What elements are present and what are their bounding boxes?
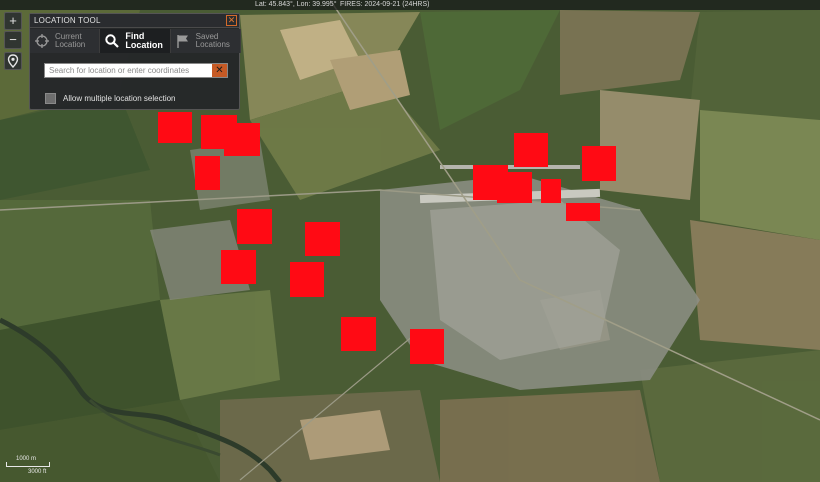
fire-detection-marker[interactable] <box>221 250 256 284</box>
fire-detection-marker[interactable] <box>410 329 444 364</box>
fire-detection-marker[interactable] <box>541 179 561 203</box>
fire-detection-marker[interactable] <box>195 156 220 190</box>
scale-bar-line <box>6 462 50 467</box>
fires-date-label: FIRES: 2024-09-21 (24HRS) <box>340 1 430 8</box>
close-button[interactable]: ✕ <box>226 15 237 26</box>
fire-detection-marker[interactable] <box>224 123 260 156</box>
multi-select-checkbox[interactable] <box>45 92 56 104</box>
clear-search-button[interactable]: ✕ <box>212 64 227 77</box>
tab-label: Saved Locations <box>195 32 230 49</box>
tab-current-location[interactable]: Current Location <box>30 29 101 53</box>
fire-detection-marker[interactable] <box>290 262 324 297</box>
flag-icon <box>176 35 188 48</box>
map-pin-icon <box>7 54 19 69</box>
fire-detection-marker[interactable] <box>514 133 548 167</box>
fire-detection-marker[interactable] <box>305 222 340 256</box>
fire-detection-marker[interactable] <box>158 112 192 143</box>
scale-imperial-label: 3000 ft <box>28 469 47 475</box>
location-tool-panel: LOCATION TOOL ✕ Current Location Find Lo… <box>29 13 241 110</box>
tab-find-location[interactable]: Find Location <box>100 29 171 53</box>
tab-label: Find Location <box>125 31 163 50</box>
fire-detection-marker[interactable] <box>237 209 272 244</box>
status-bar: Lat: 45.843°, Lon: 39.995° FIRES: 2024-0… <box>0 0 820 10</box>
zoom-in-button[interactable]: + <box>4 12 22 30</box>
scale-metric-label: 1000 m <box>16 456 37 462</box>
fire-detection-marker[interactable] <box>341 317 376 351</box>
search-icon <box>105 34 120 48</box>
fire-detection-marker[interactable] <box>566 203 600 221</box>
fire-detection-marker[interactable] <box>582 146 616 181</box>
search-input[interactable] <box>45 64 213 77</box>
crosshair-icon <box>35 34 49 48</box>
tab-label: Current Location <box>55 32 86 49</box>
multi-select-label: Allow multiple location selection <box>63 93 176 103</box>
fire-detection-marker[interactable] <box>497 172 532 203</box>
locate-button[interactable] <box>4 52 22 70</box>
location-search: ✕ <box>44 63 228 78</box>
tab-saved-locations[interactable]: Saved Locations <box>170 29 241 53</box>
scale-bar: 1000 m 3000 ft <box>6 456 50 475</box>
location-tool-tabs: Current Location Find Location Saved Loc… <box>30 29 241 53</box>
cursor-coordinates: Lat: 45.843°, Lon: 39.995° <box>255 1 337 8</box>
panel-title: LOCATION TOOL <box>30 14 239 28</box>
multi-select-option[interactable]: Allow multiple location selection <box>45 92 176 104</box>
zoom-out-button[interactable]: − <box>4 31 22 49</box>
